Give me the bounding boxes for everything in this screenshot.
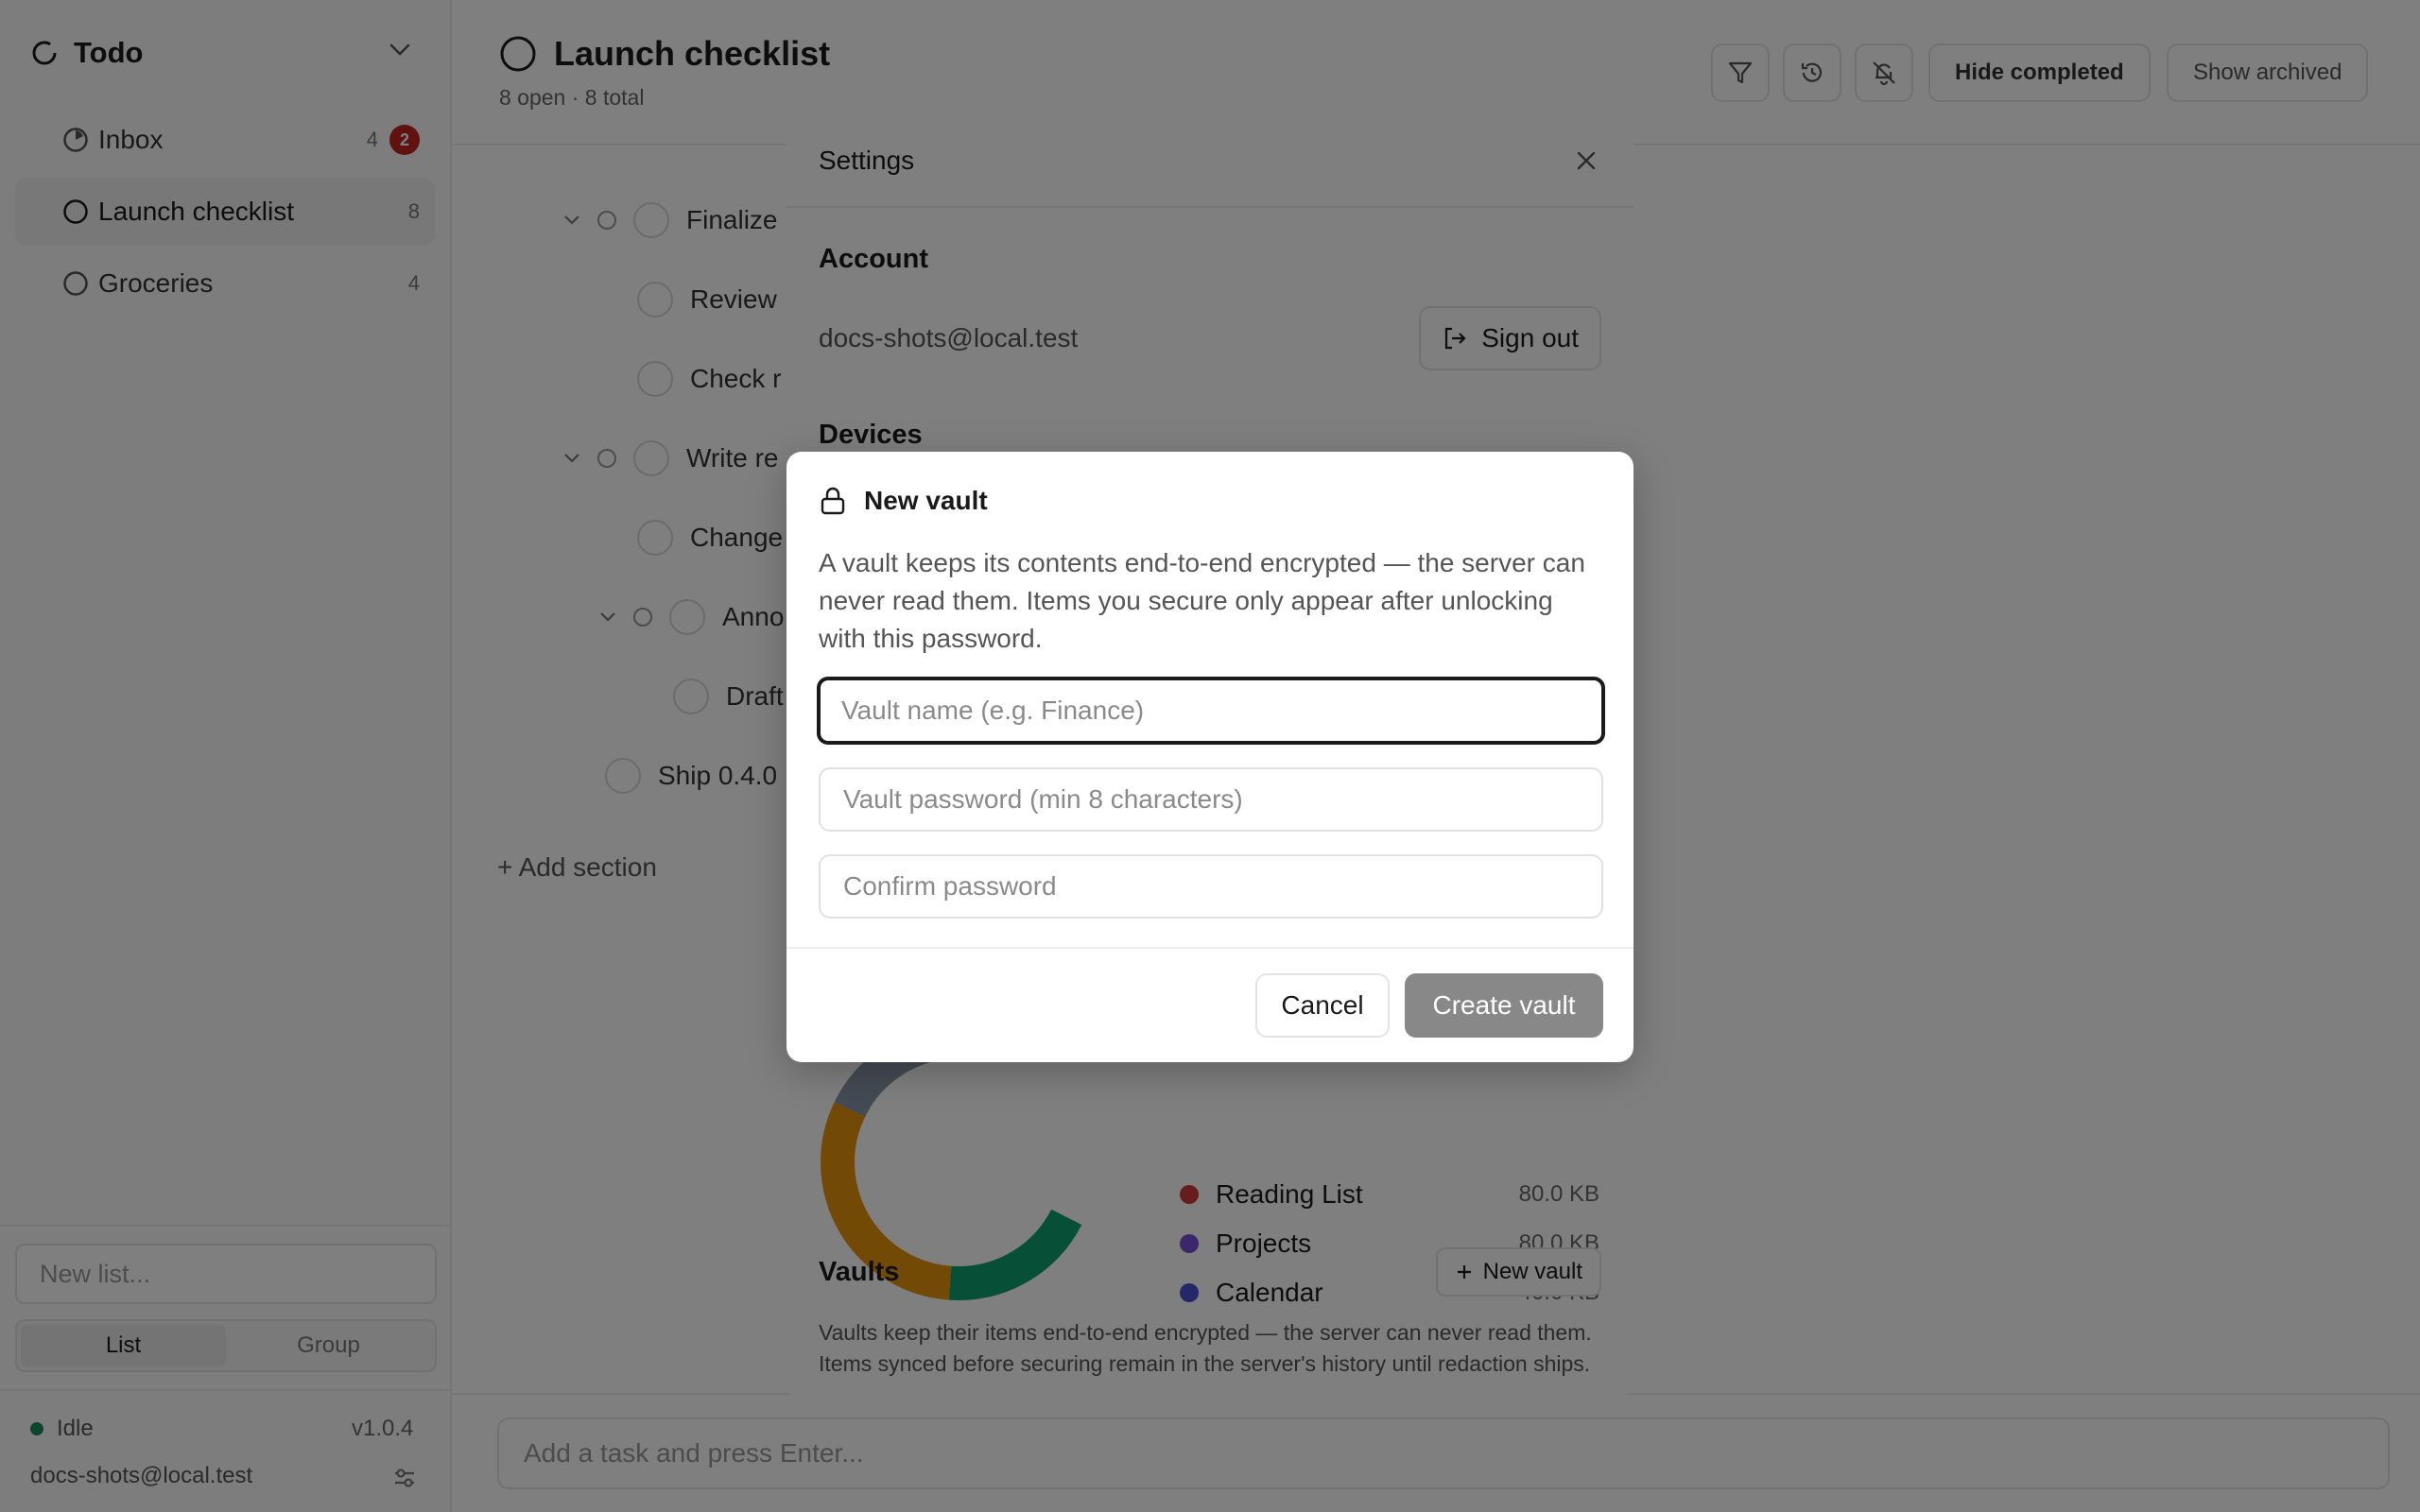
lock-icon <box>819 486 847 516</box>
divider <box>786 947 1634 949</box>
confirm-password-input[interactable] <box>819 854 1603 919</box>
new-vault-dialog: New vault A vault keeps its contents end… <box>786 452 1634 1062</box>
dialog-title-text: New vault <box>864 486 988 515</box>
vault-name-input[interactable] <box>817 677 1605 745</box>
cancel-button[interactable]: Cancel <box>1255 973 1390 1038</box>
dialog-description: A vault keeps its contents end-to-end en… <box>819 548 1585 653</box>
dialog-title: New vault <box>819 486 988 516</box>
vault-password-input[interactable] <box>819 767 1603 832</box>
create-vault-button[interactable]: Create vault <box>1405 973 1603 1038</box>
